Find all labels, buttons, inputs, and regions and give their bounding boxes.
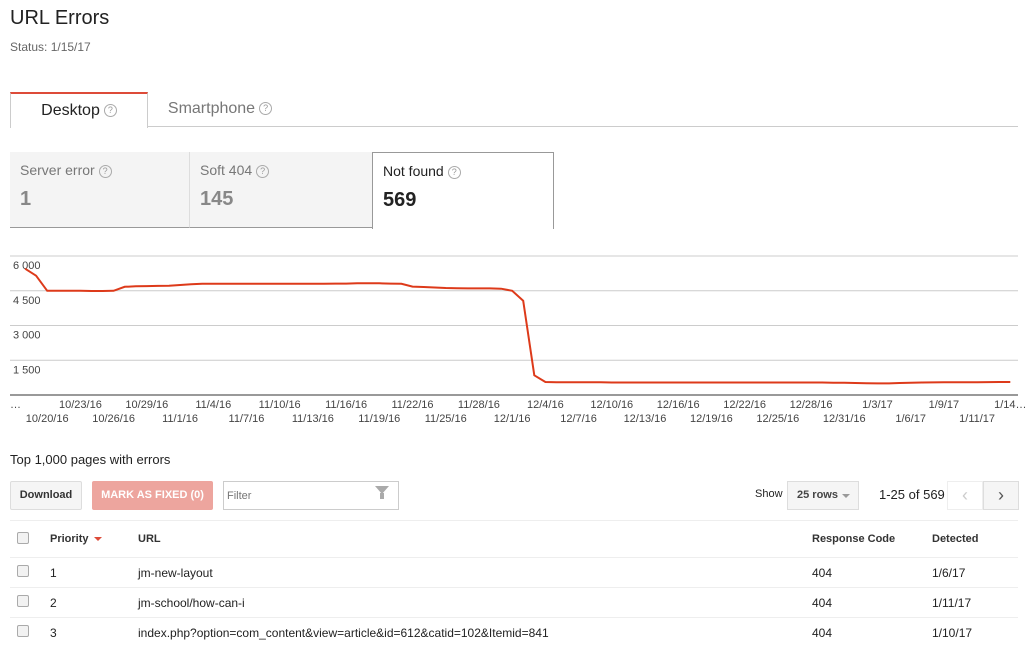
column-detected[interactable]: Detected xyxy=(932,520,1018,558)
cell-detected: 1/11/17 xyxy=(932,587,1018,618)
card-value: 569 xyxy=(383,189,417,211)
y-tick-label: 4 500 xyxy=(13,295,41,307)
rows-select-value: 25 rows xyxy=(797,489,838,501)
table-row[interactable]: 2 jm-school/how-can-i 404 1/11/17 xyxy=(10,587,1018,618)
errors-line-chart: 6 0004 5003 0001 500…10/20/1610/23/1610/… xyxy=(10,255,1027,425)
status-text: Status: 1/15/17 xyxy=(10,40,91,54)
card-label: Not found xyxy=(383,163,444,179)
y-tick-label: 1 500 xyxy=(13,364,41,376)
x-tick-label: 12/22/16 xyxy=(723,399,766,411)
sort-desc-icon xyxy=(93,537,102,542)
x-tick-label: 11/19/16 xyxy=(358,413,400,425)
x-tick-label: 12/1/16 xyxy=(494,413,531,425)
row-checkbox[interactable] xyxy=(17,625,29,638)
row-checkbox[interactable] xyxy=(17,595,29,607)
cell-priority: 2 xyxy=(50,587,138,618)
x-tick-label: 12/19/16 xyxy=(690,413,733,425)
cell-priority: 1 xyxy=(50,557,138,588)
select-all-checkbox[interactable] xyxy=(17,531,29,544)
x-tick-label: 12/28/16 xyxy=(790,399,833,411)
x-tick-label: … xyxy=(10,399,21,411)
cell-code: 404 xyxy=(812,617,932,648)
card-soft-404[interactable]: Soft 404? 145 xyxy=(190,152,372,228)
help-icon[interactable]: ? xyxy=(256,164,270,178)
x-tick-label: 12/16/16 xyxy=(657,399,700,411)
x-tick-label: 11/25/16 xyxy=(425,413,467,425)
filter-input[interactable] xyxy=(223,481,399,510)
card-server-error[interactable]: Server error? 1 xyxy=(10,152,190,228)
x-tick-label: 11/16/16 xyxy=(325,399,367,411)
x-tick-label: 1/3/17 xyxy=(862,399,893,411)
y-tick-label: 3 000 xyxy=(13,330,41,342)
next-page-button[interactable]: › xyxy=(983,481,1019,510)
card-value: 1 xyxy=(20,188,32,210)
card-label: Soft 404 xyxy=(200,162,253,178)
download-button[interactable]: Download xyxy=(10,481,82,510)
x-tick-label: 10/26/16 xyxy=(92,413,135,425)
cell-code: 404 xyxy=(812,587,932,618)
x-tick-label: 11/28/16 xyxy=(458,399,500,411)
table-row[interactable]: 1 jm-new-layout 404 1/6/17 xyxy=(10,557,1018,588)
x-tick-label: 11/10/16 xyxy=(259,399,301,411)
x-tick-label: 11/1/16 xyxy=(162,413,198,425)
series-line xyxy=(24,267,1011,385)
x-tick-label: 12/25/16 xyxy=(756,413,799,425)
help-icon[interactable]: ? xyxy=(103,104,117,118)
help-icon[interactable]: ? xyxy=(447,165,461,179)
list-title: Top 1,000 pages with errors xyxy=(10,452,171,467)
column-response-code[interactable]: Response Code xyxy=(812,520,932,558)
cell-url[interactable]: index.php?option=com_content&view=articl… xyxy=(138,617,812,648)
cell-detected: 1/6/17 xyxy=(932,557,1018,588)
table-header: Priority URL Response Code Detected xyxy=(10,520,1018,558)
page-title: URL Errors xyxy=(10,7,110,29)
x-tick-label: 12/7/16 xyxy=(560,413,597,425)
mark-as-fixed-button[interactable]: MARK AS FIXED (0) xyxy=(92,481,213,510)
help-icon[interactable]: ? xyxy=(98,164,112,178)
column-url[interactable]: URL xyxy=(138,520,812,558)
x-tick-label: 10/23/16 xyxy=(59,399,102,411)
x-tick-label: 11/13/16 xyxy=(292,413,334,425)
x-tick-label: 10/29/16 xyxy=(125,399,168,411)
cell-url[interactable]: jm-school/how-can-i xyxy=(138,587,812,618)
x-tick-label: 12/31/16 xyxy=(823,413,866,425)
tab-smartphone[interactable]: Smartphone? xyxy=(155,92,285,127)
x-tick-label: 10/20/16 xyxy=(26,413,69,425)
errors-table: Priority URL Response Code Detected 1 jm… xyxy=(10,520,1018,648)
x-tick-label: 11/4/16 xyxy=(195,399,231,411)
cell-priority: 3 xyxy=(50,617,138,648)
x-tick-label: 11/7/16 xyxy=(229,413,265,425)
x-tick-label: 1/9/17 xyxy=(929,399,960,411)
tab-desktop[interactable]: Desktop? xyxy=(10,92,148,128)
column-priority[interactable]: Priority xyxy=(50,520,138,558)
cell-detected: 1/10/17 xyxy=(932,617,1018,648)
tab-label: Desktop xyxy=(41,102,100,119)
row-checkbox[interactable] xyxy=(17,565,29,577)
cell-url[interactable]: jm-new-layout xyxy=(138,557,812,588)
column-label: Priority xyxy=(50,533,89,545)
x-tick-label: 12/10/16 xyxy=(590,399,633,411)
x-tick-label: 12/4/16 xyxy=(527,399,564,411)
x-tick-label: 12/13/16 xyxy=(624,413,667,425)
pagination-range: 1-25 of 569 xyxy=(879,487,945,502)
help-icon[interactable]: ? xyxy=(259,102,273,116)
filter-icon-stem xyxy=(380,493,384,499)
card-not-found[interactable]: Not found? 569 xyxy=(372,152,554,229)
cell-code: 404 xyxy=(812,557,932,588)
card-value: 145 xyxy=(200,188,234,210)
x-tick-label: 1/11/17 xyxy=(959,413,995,425)
x-tick-label: 1/6/17 xyxy=(895,413,926,425)
device-tabs: Desktop? Smartphone? xyxy=(10,92,1018,128)
show-label: Show xyxy=(755,488,783,500)
card-label: Server error xyxy=(20,162,95,178)
rows-select[interactable]: 25 rows xyxy=(787,481,859,510)
table-row[interactable]: 3 index.php?option=com_content&view=arti… xyxy=(10,617,1018,648)
x-tick-label: 1/14… xyxy=(994,399,1026,411)
x-tick-label: 11/22/16 xyxy=(392,399,434,411)
tab-label: Smartphone xyxy=(167,100,256,117)
prev-page-button[interactable]: ‹ xyxy=(947,481,983,510)
chevron-down-icon xyxy=(842,494,850,498)
